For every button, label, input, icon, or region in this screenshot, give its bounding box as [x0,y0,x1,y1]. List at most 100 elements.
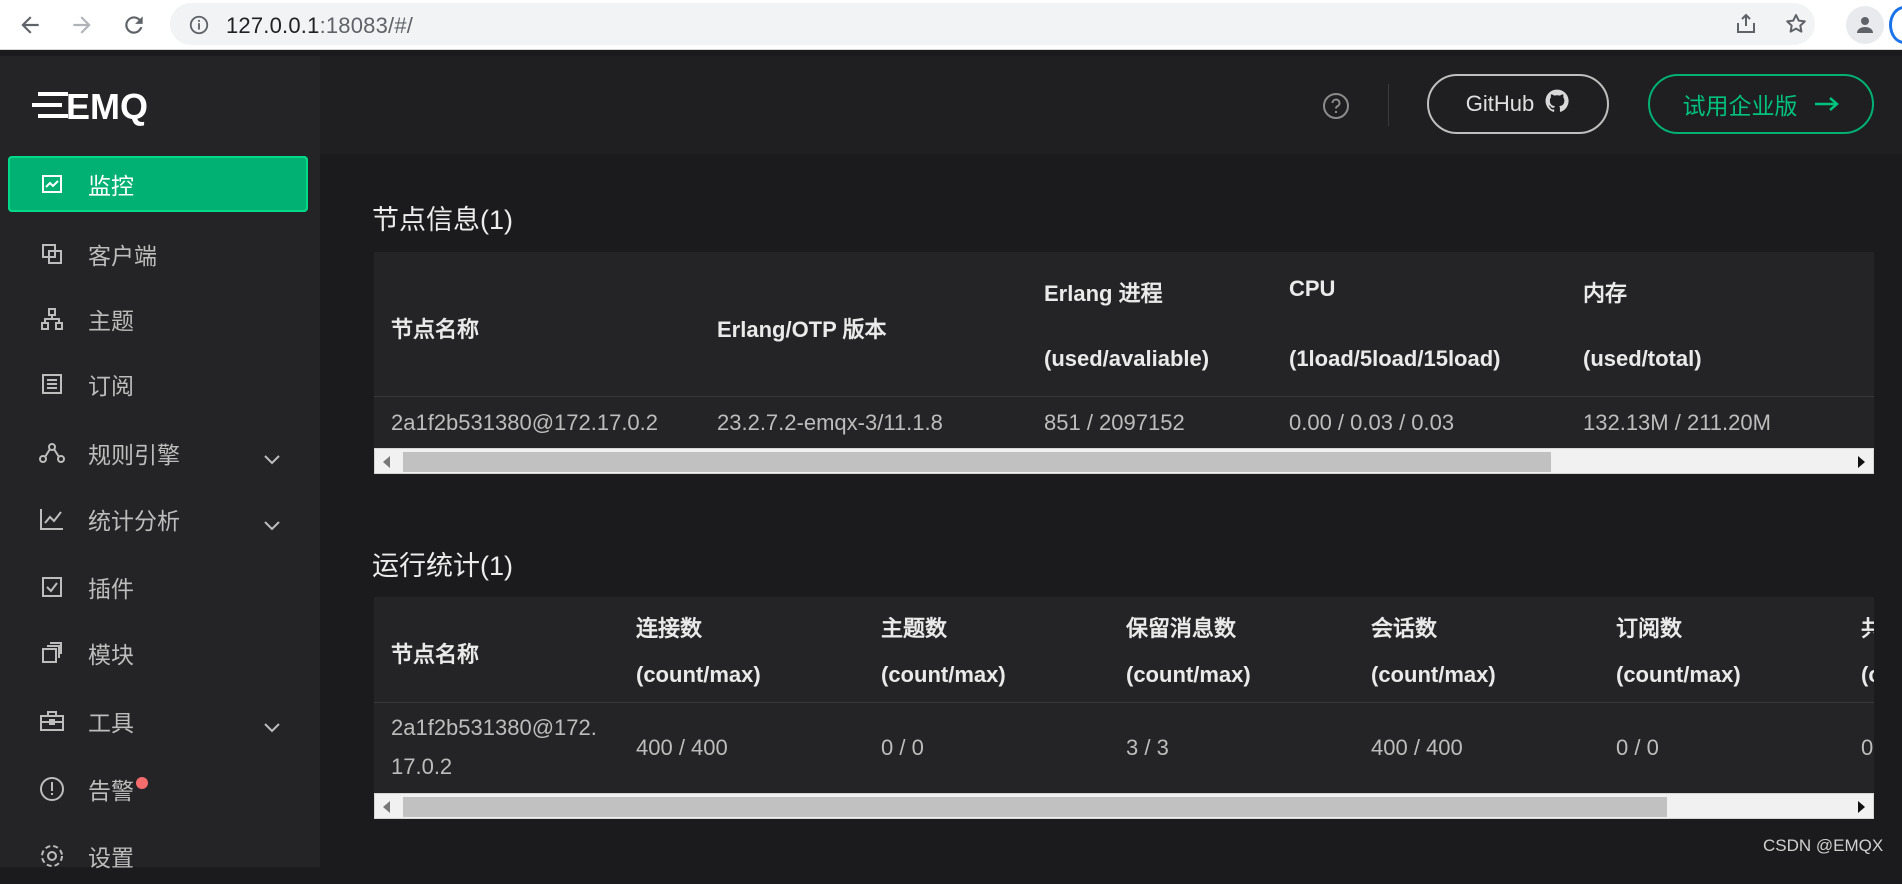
table-cell: 132.13M / 211.20M [1583,410,1771,435]
column-header-retained: 保留消息数 [1126,616,1237,641]
sidebar-item-monitor[interactable]: 监控 [8,156,308,212]
column-subheader-connections: (count/max) [636,662,761,687]
scrollbar-thumb[interactable] [403,797,1667,817]
clients-icon [38,240,66,268]
forward-arrow-icon[interactable] [66,9,98,41]
topics-icon [38,305,66,333]
table-cell: 23.2.7.2-emqx-3/11.1.8 [717,410,943,435]
github-button[interactable]: GitHub [1427,74,1609,134]
sidebar-item-label: 模块 [88,642,134,668]
sidebar-item-label: 设置 [88,845,134,871]
sidebar-item-label: 工具 [88,710,134,736]
share-icon[interactable] [1734,12,1758,41]
url-path: :18083/#/ [319,13,414,38]
github-button-label: GitHub [1465,91,1535,116]
column-subheader-shared: (c [1861,662,1874,687]
table-cell: 400 / 400 [636,735,728,760]
table-cell: 3 / 3 [1126,735,1169,760]
column-header-topics: 主题数 [881,616,948,641]
run-stats-table: 节点名称 连接数 (count/max) 主题数 (count/max) 保留消… [374,597,1874,793]
bookmark-star-icon[interactable] [1784,12,1808,41]
table-cell: 0 [1861,735,1874,760]
sidebar-item-label: 规则引擎 [88,442,180,468]
sidebar-item-topics[interactable]: 主题 [8,291,308,347]
sidebar-item-settings[interactable]: 设置 [8,828,308,884]
tools-icon [38,707,66,735]
column-header-sessions: 会话数 [1371,616,1438,641]
node-info-scrollbar[interactable] [374,448,1874,474]
sidebar-item-label: 客户端 [88,243,157,269]
url-text: 127.0.0.1:18083/#/ [226,13,413,39]
table-cell: 851 / 2097152 [1044,410,1185,435]
url-host: 127.0.0.1 [226,13,320,38]
table-cell: 0 / 0 [881,735,924,760]
table-cell: 0 / 0 [1616,735,1659,760]
reload-icon[interactable] [118,9,150,41]
profile-avatar-icon[interactable] [1846,6,1884,44]
column-subheader-retained: (count/max) [1126,662,1251,687]
try-enterprise-button[interactable]: 试用企业版 [1648,74,1874,134]
watermark-text: CSDN @EMQX [1763,836,1884,855]
column-subheader-memory: (used/total) [1583,346,1702,371]
column-header-memory: 内存 [1583,281,1628,306]
extension-indicator[interactable] [1889,6,1902,44]
scroll-right-icon[interactable] [1858,801,1865,813]
monitor-icon [38,170,66,198]
help-icon[interactable] [1322,92,1350,125]
column-subheader-topics: (count/max) [881,662,1006,687]
column-subheader-subscriptions: (count/max) [1616,662,1741,687]
chevron-down-icon [264,444,280,471]
sidebar-item-alarms[interactable]: 告警 [8,761,308,817]
column-header-otp-version: Erlang/OTP 版本 [717,317,887,342]
sidebar-item-modules[interactable]: 模块 [8,625,308,681]
sidebar-item-clients[interactable]: 客户端 [8,226,308,282]
header-divider-line [374,396,1874,397]
modules-icon [38,639,66,667]
column-header-shared: 共 [1861,616,1874,641]
run-stats-scrollbar[interactable] [374,793,1874,819]
emq-logo[interactable]: EMQ [32,86,150,131]
alarm-badge [136,777,148,789]
scrollbar-thumb[interactable] [403,452,1551,472]
sidebar-item-plugins[interactable]: 插件 [8,559,308,615]
browser-toolbar: 127.0.0.1:18083/#/ [0,0,1902,50]
sidebar-item-analytics[interactable]: 统计分析 [8,491,308,547]
scroll-left-icon[interactable] [383,456,390,468]
sidebar-item-label: 主题 [88,308,134,334]
table-cell: 400 / 400 [1371,735,1463,760]
logo-text: EMQ [66,86,148,126]
column-subheader-cpu: (1load/5load/15load) [1289,346,1501,371]
run-stats-title: 运行统计(1) [372,551,513,581]
column-subheader-erlang-processes: (used/avaliable) [1044,346,1210,371]
column-subheader-sessions: (count/max) [1371,662,1496,687]
sidebar-item-label: 告警 [88,778,134,804]
sidebar-item-rule-engine[interactable]: 规则引擎 [8,425,308,481]
scroll-right-icon[interactable] [1858,456,1865,468]
sidebar-item-tools[interactable]: 工具 [8,693,308,749]
node-info-table: 节点名称 Erlang/OTP 版本 Erlang 进程 (used/avali… [374,252,1874,448]
header-divider [1388,84,1389,126]
site-info-icon[interactable] [188,14,210,41]
sidebar-item-subscriptions[interactable]: 订阅 [8,356,308,412]
try-enterprise-label: 试用企业版 [1682,93,1798,119]
column-header-connections: 连接数 [636,616,703,641]
sidebar-item-label: 统计分析 [88,508,180,534]
gear-icon [38,842,66,870]
node-info-title: 节点信息(1) [372,205,513,235]
column-header-node-name: 节点名称 [391,642,480,667]
subscriptions-icon [38,370,66,398]
table-cell: 2a1f2b531380@172. [391,715,597,740]
column-header-cpu: CPU [1289,276,1336,301]
github-icon [1544,88,1570,120]
header-divider-line [374,702,1874,703]
column-header-node-name: 节点名称 [391,317,480,342]
alarm-icon [38,775,66,803]
back-arrow-icon[interactable] [14,9,46,41]
analytics-icon [38,505,66,533]
column-header-subscriptions: 订阅数 [1616,616,1683,641]
chevron-down-icon [264,510,280,537]
rule-engine-icon [38,439,66,467]
address-bar[interactable]: 127.0.0.1:18083/#/ [170,3,1815,45]
sidebar-item-label: 监控 [88,173,134,199]
scroll-left-icon[interactable] [383,801,390,813]
